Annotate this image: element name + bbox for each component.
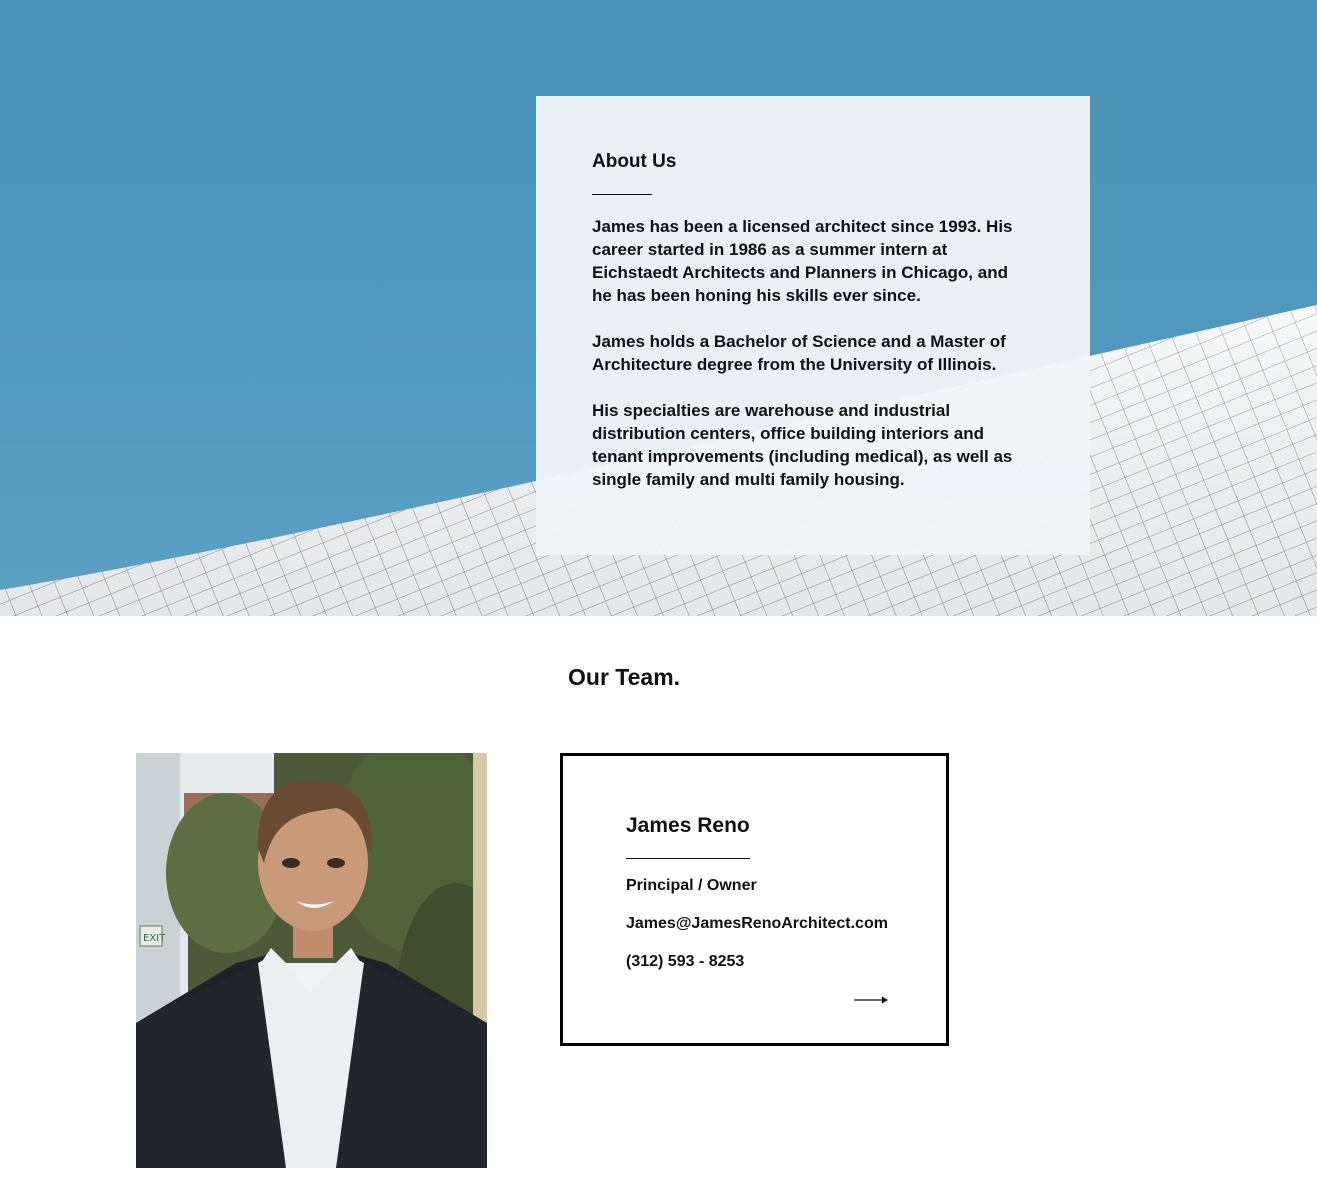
member-email-link[interactable]: James@JamesRenoArchitect.com	[626, 915, 888, 933]
about-divider	[592, 194, 652, 195]
svg-text:EXIT: EXIT	[143, 933, 166, 944]
member-role: Principal / Owner	[626, 877, 757, 894]
hero-section: About Us James has been a licensed archi…	[0, 0, 1317, 616]
team-member-photo: EXIT	[136, 753, 487, 1168]
about-paragraph: James has been a licensed architect sinc…	[592, 217, 1013, 305]
team-member-card: James Reno Principal / Owner James@James…	[560, 753, 949, 1046]
arrow-right-icon[interactable]	[854, 995, 888, 1005]
team-title: Our Team.	[568, 664, 681, 690]
about-title: About Us	[592, 151, 677, 172]
about-paragraph: His specialties are warehouse and indust…	[592, 401, 1013, 489]
about-paragraph: James holds a Bachelor of Science and a …	[592, 332, 1006, 374]
member-divider	[626, 858, 750, 859]
about-card: About Us James has been a licensed archi…	[536, 96, 1090, 555]
member-phone: (312) 593 - 8253	[626, 953, 745, 970]
member-name: James Reno	[626, 814, 750, 837]
about-text: James has been a licensed architect sinc…	[592, 215, 1032, 514]
